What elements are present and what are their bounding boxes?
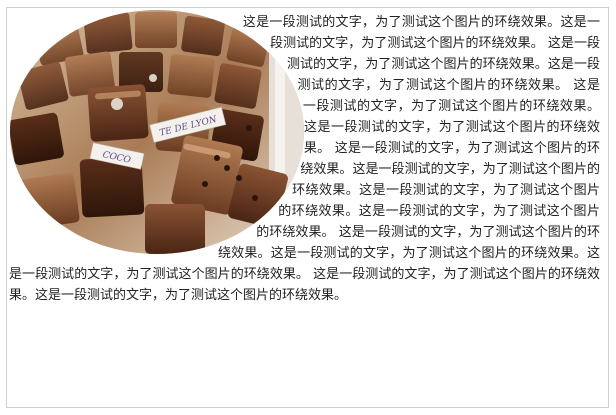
chocolate-illustration: TE DE LYON COCO <box>10 10 304 254</box>
chocolate-photo: TE DE LYON COCO <box>7 8 305 254</box>
content-frame: TE DE LYON COCO 这是一段测试的文字，为了测试这个图片的环绕效果。… <box>6 7 609 408</box>
